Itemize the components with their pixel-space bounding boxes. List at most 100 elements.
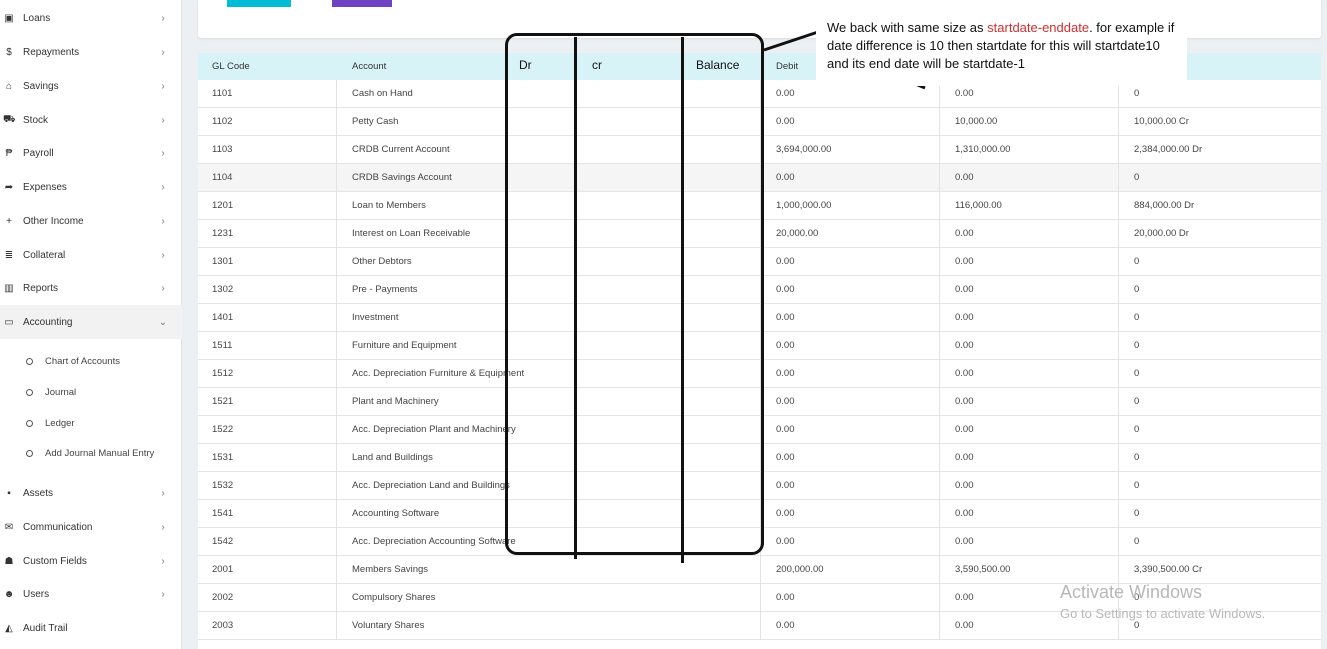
cell-balance: 0 bbox=[1134, 340, 1140, 351]
sidebar-item-stock[interactable]: ⛟ Stock › bbox=[0, 103, 182, 137]
sidebar-item-collateral[interactable]: ≣ Collateral › bbox=[0, 238, 182, 272]
header-gl-code[interactable]: GL Code bbox=[212, 53, 250, 80]
cell-credit: 0.00 bbox=[955, 452, 974, 463]
cell-credit: 0.00 bbox=[955, 228, 974, 239]
cell-balance: 0 bbox=[1134, 284, 1140, 295]
cell-account: Plant and Machinery bbox=[352, 396, 439, 407]
cell-gl-code: 2001 bbox=[212, 564, 234, 575]
cell-balance: 0 bbox=[1134, 396, 1140, 407]
sidebar-item-label: Users bbox=[23, 588, 50, 600]
sidebar-item-audit-trail[interactable]: ◭ Audit Trail bbox=[0, 611, 182, 645]
cell-debit: 0.00 bbox=[776, 396, 795, 407]
cell-debit: 0.00 bbox=[776, 452, 795, 463]
sidebar-item-label: Custom Fields bbox=[23, 555, 87, 567]
cell-credit: 0.00 bbox=[955, 396, 974, 407]
cell-account: Compulsory Shares bbox=[352, 592, 436, 603]
cell-balance: 0 bbox=[1134, 452, 1140, 463]
sidebar-item-label: Accounting bbox=[23, 316, 73, 328]
annotation-cr-label: cr bbox=[592, 58, 602, 72]
sidebar-item-users[interactable]: ☻ Users › bbox=[0, 577, 182, 611]
cell-debit: 1,000,000.00 bbox=[776, 200, 832, 211]
cell-balance: 2,384,000.00 Dr bbox=[1134, 144, 1203, 155]
chevron-right-icon: › bbox=[161, 12, 165, 24]
annotation-divider-2 bbox=[681, 37, 684, 563]
column-divider bbox=[939, 80, 940, 640]
cell-credit: 0.00 bbox=[955, 480, 974, 491]
cell-account: Cash on Hand bbox=[352, 88, 413, 99]
sidebar-subitem-ledger[interactable]: Ledger bbox=[0, 408, 182, 438]
cell-account: Acc. Depreciation Land and Buildings bbox=[352, 480, 510, 491]
cell-credit: 0.00 bbox=[955, 508, 974, 519]
chevron-right-icon: › bbox=[161, 282, 165, 294]
cell-debit: 0.00 bbox=[776, 368, 795, 379]
cell-debit: 0.00 bbox=[776, 508, 795, 519]
sidebar-item-other-income[interactable]: + Other Income › bbox=[0, 204, 182, 238]
cell-credit: 0.00 bbox=[955, 536, 974, 547]
cell-gl-code: 1531 bbox=[212, 452, 234, 463]
annotation-divider-1 bbox=[574, 37, 577, 559]
sidebar-item-label: Loans bbox=[23, 12, 51, 24]
cell-account: Furniture and Equipment bbox=[352, 340, 457, 351]
sidebar-item-accounting[interactable]: ▭ Accounting ⌄ bbox=[0, 305, 182, 339]
cell-credit: 0.00 bbox=[955, 368, 974, 379]
column-divider bbox=[1118, 80, 1119, 640]
sidebar-item-label: Collateral bbox=[23, 249, 66, 261]
sidebar-item-label: Audit Trail bbox=[23, 622, 68, 634]
circle-icon bbox=[26, 449, 33, 457]
sidebar-subitem-add-journal-manual-entry[interactable]: Add Journal Manual Entry bbox=[0, 438, 182, 468]
cell-account: Investment bbox=[352, 312, 399, 323]
cell-credit: 0.00 bbox=[955, 284, 974, 295]
sidebar-item-custom-fields[interactable]: ☗ Custom Fields › bbox=[0, 544, 182, 578]
sidebar-item-assets[interactable]: ▪ Assets › bbox=[0, 476, 182, 510]
circle-icon bbox=[26, 357, 33, 365]
sidebar-item-label: Communication bbox=[23, 521, 93, 533]
cell-debit: 0.00 bbox=[776, 256, 795, 267]
chevron-right-icon: › bbox=[161, 80, 165, 92]
cell-credit: 116,000.00 bbox=[955, 200, 1002, 211]
circle-icon bbox=[26, 419, 33, 427]
sidebar-item-label: Assets bbox=[23, 487, 54, 499]
sidebar-subitem-chart-of-accounts[interactable]: Chart of Accounts bbox=[0, 346, 182, 376]
chevron-right-icon: › bbox=[161, 147, 165, 159]
cell-credit: 1,310,000.00 bbox=[955, 144, 1011, 155]
sidebar-item-savings[interactable]: ⌂ Savings › bbox=[0, 69, 182, 103]
cell-credit: 0.00 bbox=[955, 340, 974, 351]
cell-debit: 3,694,000.00 bbox=[776, 144, 832, 155]
activate-windows-subtitle: Go to Settings to activate Windows. bbox=[1060, 606, 1266, 621]
sidebar-subitem-journal[interactable]: Journal bbox=[0, 377, 182, 407]
cell-account: Loan to Members bbox=[352, 200, 426, 211]
cell-gl-code: 1542 bbox=[212, 536, 234, 547]
chevron-right-icon: › bbox=[161, 46, 165, 58]
annotation-dr-label: Dr bbox=[519, 58, 532, 72]
sidebar-item-loans[interactable]: ▣ Loans › bbox=[0, 1, 182, 35]
purple-action-button[interactable] bbox=[332, 0, 392, 7]
sidebar-item-label: Reports bbox=[23, 282, 59, 294]
cell-gl-code: 1541 bbox=[212, 508, 234, 519]
sidebar-item-communication[interactable]: ✉ Communication › bbox=[0, 510, 182, 544]
sidebar: ▣ Loans › $ Repayments › ⌂ Savings › ⛟ Stock › ₱ Payr… bbox=[0, 0, 182, 649]
cell-balance: 0 bbox=[1134, 312, 1140, 323]
cell-balance: 0 bbox=[1134, 424, 1140, 435]
cell-debit: 0.00 bbox=[776, 340, 795, 351]
sidebar-icon: ▥ bbox=[4, 282, 14, 294]
cell-gl-code: 1511 bbox=[212, 340, 233, 351]
cell-gl-code: 1302 bbox=[212, 284, 234, 295]
cell-debit: 200,000.00 bbox=[776, 564, 824, 575]
chevron-right-icon: › bbox=[161, 555, 165, 567]
activate-windows-title: Activate Windows bbox=[1060, 582, 1203, 602]
sidebar-item-repayments[interactable]: $ Repayments › bbox=[0, 35, 182, 69]
cell-gl-code: 1521 bbox=[212, 396, 234, 407]
header-debit[interactable]: Debit bbox=[776, 53, 798, 80]
teal-action-button[interactable] bbox=[227, 0, 291, 7]
header-account[interactable]: Account bbox=[352, 53, 386, 80]
chevron-right-icon: › bbox=[161, 249, 165, 261]
cell-gl-code: 1201 bbox=[212, 200, 234, 211]
sidebar-item-expenses[interactable]: ➦ Expenses › bbox=[0, 170, 182, 204]
cell-gl-code: 1512 bbox=[212, 368, 234, 379]
sidebar-item-reports[interactable]: ▥ Reports › bbox=[0, 271, 182, 305]
cell-gl-code: 1231 bbox=[212, 228, 234, 239]
sidebar-icon: ☻ bbox=[3, 588, 15, 600]
cell-balance: 0 bbox=[1134, 480, 1140, 491]
cell-balance: 10,000.00 Cr bbox=[1134, 116, 1189, 127]
sidebar-item-payroll[interactable]: ₱ Payroll › bbox=[0, 136, 182, 170]
